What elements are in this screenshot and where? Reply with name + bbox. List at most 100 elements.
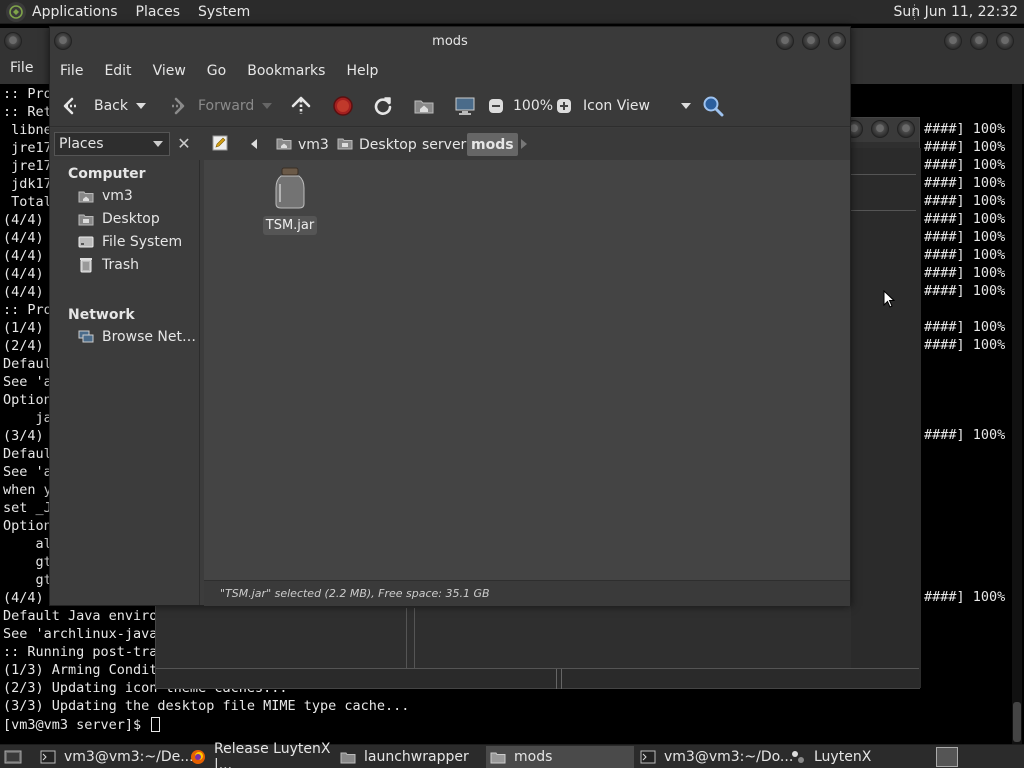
java-app-icon xyxy=(790,749,806,765)
breadcrumb-scroll-right[interactable] xyxy=(516,133,532,156)
minimize-button[interactable] xyxy=(776,32,794,50)
menu-edit[interactable]: Edit xyxy=(104,63,131,79)
sidebar-item-label: Trash xyxy=(102,257,139,273)
zoom-level[interactable]: 100% xyxy=(513,85,553,127)
computer-button[interactable] xyxy=(454,85,476,127)
show-desktop-button[interactable] xyxy=(4,748,22,768)
file-item-tsm-jar[interactable]: TSM.jar xyxy=(262,166,318,235)
terminal-progress-line: ####] 100% xyxy=(924,229,1006,245)
task-firefox-luytenx[interactable]: Release LuytenX |... xyxy=(186,741,336,768)
terminal-progress-line: ####] 100% xyxy=(924,121,1006,137)
minimize-button[interactable] xyxy=(944,32,962,50)
back-button[interactable]: Back xyxy=(62,85,128,127)
applications-menu[interactable]: Applications xyxy=(32,4,118,20)
split-grip[interactable] xyxy=(556,669,562,689)
task-mods-folder[interactable]: mods xyxy=(486,746,634,768)
file-name-label: TSM.jar xyxy=(262,216,318,235)
breadcrumb-scroll-left[interactable] xyxy=(246,133,262,156)
forward-history-dropdown[interactable] xyxy=(262,85,272,127)
task-label: mods xyxy=(514,749,553,765)
file-manager-titlebar[interactable]: mods xyxy=(50,27,850,57)
terminal-scrollbar-thumb[interactable] xyxy=(1013,702,1021,742)
divider xyxy=(406,608,407,668)
view-mode-label: Icon View xyxy=(583,98,650,114)
maximize-button[interactable] xyxy=(871,120,889,138)
sidebar-item-desktop[interactable]: Desktop xyxy=(78,208,160,230)
zoom-out-button[interactable] xyxy=(488,85,504,127)
forward-button[interactable]: Forward xyxy=(164,85,254,127)
sidebar-item-filesystem[interactable]: File System xyxy=(78,231,182,253)
back-history-dropdown[interactable] xyxy=(136,85,146,127)
zoom-in-button[interactable] xyxy=(556,85,572,127)
menu-help[interactable]: Help xyxy=(346,63,378,79)
sidebar-item-trash[interactable]: Trash xyxy=(78,254,139,276)
task-luytenx[interactable]: LuytenX xyxy=(786,746,926,768)
terminal-progress-line: ####] 100% xyxy=(924,193,1006,209)
terminal-scrollbar[interactable] xyxy=(1012,84,1022,744)
clock[interactable]: Sun Jun 11, 22:32 xyxy=(894,4,1018,20)
window-menu-button[interactable] xyxy=(4,32,22,50)
menu-bookmarks[interactable]: Bookmarks xyxy=(247,63,325,79)
top-panel: Applications Places System Sun Jun 11, 2… xyxy=(0,0,1024,24)
folder-icon xyxy=(340,749,356,765)
terminal-progress-line: ####] 100% xyxy=(924,247,1006,263)
maximize-button[interactable] xyxy=(970,32,988,50)
task-terminal-downloads[interactable]: vm3@vm3:~/Do... xyxy=(636,746,793,768)
sidebar-type-select[interactable]: Places xyxy=(54,132,170,156)
task-launchwrapper-folder[interactable]: launchwrapper xyxy=(336,746,486,768)
system-menu[interactable]: System xyxy=(198,4,250,20)
harddisk-icon xyxy=(78,234,94,250)
file-manager-toolbar: Back Forward 100% Icon View xyxy=(50,85,850,127)
places-menu[interactable]: Places xyxy=(136,4,181,20)
terminal-line: Option xyxy=(3,392,52,408)
view-mode-select[interactable]: Icon View xyxy=(583,85,691,127)
network-icon xyxy=(78,329,94,345)
task-terminal-desktop[interactable]: vm3@vm3:~/De... xyxy=(36,746,194,768)
up-button[interactable] xyxy=(290,85,312,127)
close-sidebar-button[interactable]: ✕ xyxy=(174,132,194,156)
close-button[interactable] xyxy=(828,32,846,50)
distro-logo-icon[interactable] xyxy=(6,1,26,22)
terminal-progress-line: ####] 100% xyxy=(924,589,1006,605)
breadcrumb-vm3[interactable]: vm3 xyxy=(272,133,333,156)
status-bar: "TSM.jar" selected (2.2 MB), Free space:… xyxy=(204,580,850,606)
terminal-line: jre17 xyxy=(3,158,52,174)
breadcrumb-label: server xyxy=(422,136,467,153)
terminal-cursor xyxy=(151,717,161,732)
terminal-line: Defaul xyxy=(3,356,52,372)
menu-file[interactable]: File xyxy=(60,63,83,79)
terminal-line: (4/4) xyxy=(3,590,44,606)
terminal-progress-line: ####] 100% xyxy=(924,175,1006,191)
luytenx-editor-pane[interactable] xyxy=(851,148,921,688)
window-menu-button[interactable] xyxy=(54,32,72,50)
terminal-line: (4/4) xyxy=(3,248,44,264)
location-bar: Places ✕ vm3 Desktop server mods xyxy=(50,128,850,160)
terminal-line: set _J xyxy=(3,500,52,516)
menu-view[interactable]: View xyxy=(153,63,186,79)
search-button[interactable] xyxy=(702,85,724,127)
terminal-line: (1/4) xyxy=(3,320,44,336)
reload-button[interactable] xyxy=(372,85,394,127)
breadcrumb-server[interactable]: server xyxy=(418,133,470,156)
workspace-switcher[interactable] xyxy=(936,747,958,767)
home-button[interactable] xyxy=(414,85,434,127)
maximize-button[interactable] xyxy=(802,32,820,50)
file-icon-view[interactable]: TSM.jar xyxy=(204,160,850,580)
task-label: vm3@vm3:~/Do... xyxy=(664,749,794,765)
stop-button[interactable] xyxy=(332,85,354,127)
toggle-location-entry-button[interactable] xyxy=(208,133,232,156)
sidebar-item-vm3[interactable]: vm3 xyxy=(78,185,133,207)
file-manager-window[interactable]: mods File Edit View Go Bookmarks Help Ba… xyxy=(49,26,851,606)
sidebar-item-browse-network[interactable]: Browse Net… xyxy=(78,326,196,348)
terminal-progress-line: ####] 100% xyxy=(924,283,1006,299)
stop-icon xyxy=(332,95,354,117)
breadcrumb-mods[interactable]: mods xyxy=(467,133,518,156)
terminal-prompt-line[interactable]: [vm3@vm3 server]$ xyxy=(3,716,161,734)
breadcrumb-label: vm3 xyxy=(298,136,329,153)
terminal-file-menu[interactable]: File xyxy=(10,60,33,76)
breadcrumb-desktop[interactable]: Desktop xyxy=(333,133,421,156)
menu-go[interactable]: Go xyxy=(207,63,226,79)
close-button[interactable] xyxy=(897,120,915,138)
firefox-icon xyxy=(190,749,206,765)
close-button[interactable] xyxy=(996,32,1014,50)
